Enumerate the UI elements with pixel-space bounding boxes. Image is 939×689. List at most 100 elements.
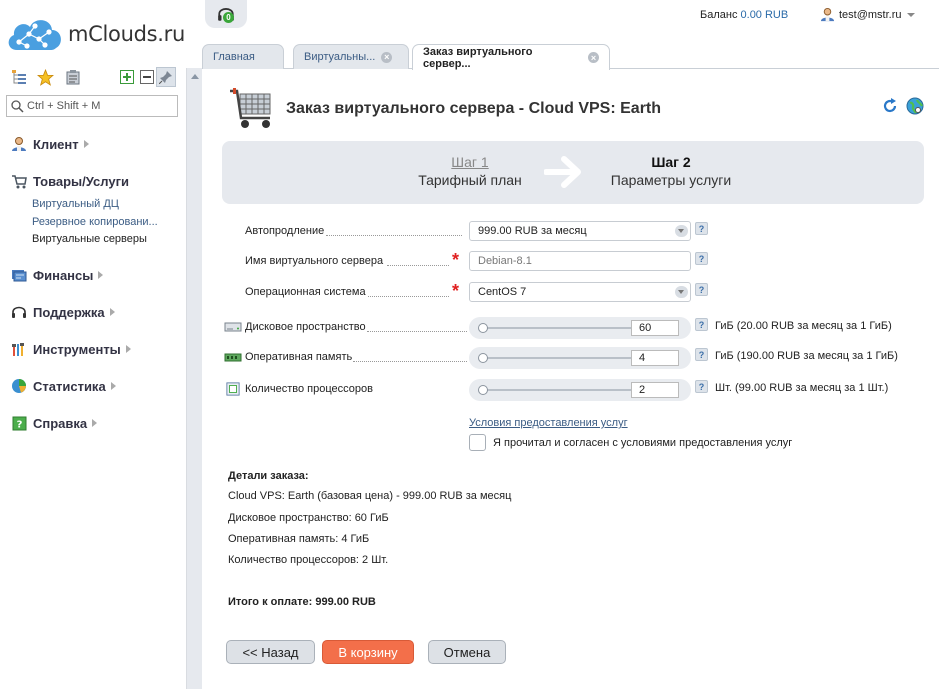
balance-label: Баланс [700,9,738,21]
refresh-button[interactable] [881,97,899,115]
cancel-button[interactable]: Отмена [428,640,506,664]
disk-value-input[interactable]: 60 [631,320,679,336]
cpu-slider[interactable]: 2 [469,379,691,401]
nav-client[interactable]: Клиент [10,135,89,153]
svg-text:?: ? [16,419,22,430]
sidebar: mClouds.ru Клиент [0,0,186,689]
tab-home[interactable]: Главная [202,44,284,69]
required-asterisk: * [452,281,460,301]
hard-disk-icon [224,322,242,332]
leader-dots [387,265,449,266]
tools-icon [10,341,28,357]
autorenew-label: Автопродление [245,225,325,237]
nav-goods[interactable]: Товары/Услуги [10,172,129,190]
server-name-input[interactable]: Debian-8.1 [469,251,691,271]
nav-stats-label: Статистика [33,378,106,394]
disk-help-icon[interactable]: ? [695,318,708,331]
nav-stats[interactable]: Статистика [10,377,116,395]
server-name-placeholder: Debian-8.1 [478,255,532,267]
ram-value-input[interactable]: 4 [631,350,679,366]
tree-view-icon[interactable] [10,68,28,86]
nav-client-label: Клиент [33,136,79,152]
pie-chart-icon [10,378,28,394]
user-menu[interactable]: test@mstr.ru [820,7,915,22]
detail-line: Количество процессоров: 2 Шт. [228,554,389,566]
chevron-down-icon [675,286,688,298]
slider-handle[interactable] [478,385,488,395]
nav-sub-virtual-dc[interactable]: Виртуальный ДЦ [32,198,119,210]
cpu-icon [226,382,240,396]
collapse-up-icon[interactable] [191,74,199,79]
page-header: Заказ виртуального сервера - Cloud VPS: … [228,88,661,130]
ram-unit-price: ГиБ (190.00 RUB за месяц за 1 ГиБ) [715,350,898,362]
chevron-down-icon [906,12,915,17]
autorenew-help-icon[interactable]: ? [695,222,708,235]
globe-button[interactable] [906,97,924,115]
collapse-all-icon[interactable] [138,68,156,86]
ram-slider[interactable]: 4 [469,347,691,369]
order-details-title: Детали заказа: [228,470,309,482]
disk-slider[interactable]: 60 [469,317,691,339]
search-input[interactable] [27,100,172,112]
tab-virtual-label: Виртуальны... [304,51,376,63]
cpu-help-icon[interactable]: ? [695,380,708,393]
nav-support[interactable]: Поддержка [10,303,115,321]
chevron-right-icon [83,140,89,148]
cpu-label: Количество процессоров [245,383,373,395]
memory-icon [224,353,242,362]
tab-order-label: Заказ виртуального сервер... [423,45,533,70]
nav-help-label: Справка [33,415,88,431]
autorenew-value: 999.00 RUB за месяц [478,225,587,237]
logo[interactable]: mClouds.ru [5,12,185,56]
os-select[interactable]: CentOS 7 [469,282,691,302]
cpu-value-input[interactable]: 2 [631,382,679,398]
nav-sub-virtual-servers[interactable]: Виртуальные серверы [32,233,147,245]
close-icon[interactable]: × [381,51,393,63]
client-user-icon [10,136,28,152]
chevron-right-icon [98,271,104,279]
ram-help-icon[interactable]: ? [695,348,708,361]
agree-checkbox[interactable] [469,434,486,451]
step-2-title: Шаг 2 [651,154,691,170]
nav-help[interactable]: ? Справка [10,414,98,432]
slider-handle[interactable] [478,353,488,363]
os-help-icon[interactable]: ? [695,283,708,296]
back-button[interactable]: << Назад [226,640,315,664]
autorenew-select[interactable]: 999.00 RUB за месяц [469,221,691,241]
step-1[interactable]: Шаг 1 Тарифный план [415,154,525,188]
order-total: Итого к оплате: 999.00 RUB [228,596,376,608]
terms-link[interactable]: Условия предоставления услуг [469,417,628,429]
pin-icon[interactable] [156,67,176,87]
logo-text: mClouds.ru [68,22,186,46]
wizard-steps: Шаг 1 Тарифный план Шаг 2 Параметры услу… [222,141,924,204]
leader-dots [367,331,467,332]
close-icon[interactable]: × [588,52,599,63]
sidebar-splitter[interactable] [186,68,202,689]
disk-label: Дисковое пространство [245,321,366,333]
favorites-star-icon[interactable] [36,68,54,86]
add-to-cart-button[interactable]: В корзину [322,640,414,664]
server-name-help-icon[interactable]: ? [695,252,708,265]
search-box[interactable] [6,95,178,117]
order-details: Детали заказа: Cloud VPS: Earth (базовая… [228,470,511,566]
slider-handle[interactable] [478,323,488,333]
expand-all-icon[interactable] [118,68,136,86]
tab-virtual[interactable]: Виртуальны... × [293,44,409,69]
slider-track [481,389,631,391]
leader-dots [368,296,449,297]
ram-row: Оперативная память 4 ? ГиБ (190.00 RUB з… [222,347,932,369]
nav-finance[interactable]: Финансы [10,266,104,284]
disk-row: Дисковое пространство 60 ? ГиБ (20.00 RU… [222,317,932,339]
balance[interactable]: Баланс 0.00 RUB [700,9,788,21]
leader-dots [326,235,462,236]
support-headset-button[interactable]: 0 [205,0,247,28]
nav-tools[interactable]: Инструменты [10,340,131,358]
detail-line: Cloud VPS: Earth (базовая цена) - 999.00… [228,490,512,502]
agree-terms[interactable]: Я прочитал и согласен с условиями предос… [469,434,792,451]
clipboard-icon[interactable] [64,68,82,86]
tab-order[interactable]: Заказ виртуального сервер... × [412,44,610,70]
nav-sub-backup[interactable]: Резервное копировани... [32,216,158,228]
support-count-badge: 0 [223,12,234,23]
chevron-right-icon [109,308,115,316]
step-1-title: Шаг 1 [451,154,489,170]
